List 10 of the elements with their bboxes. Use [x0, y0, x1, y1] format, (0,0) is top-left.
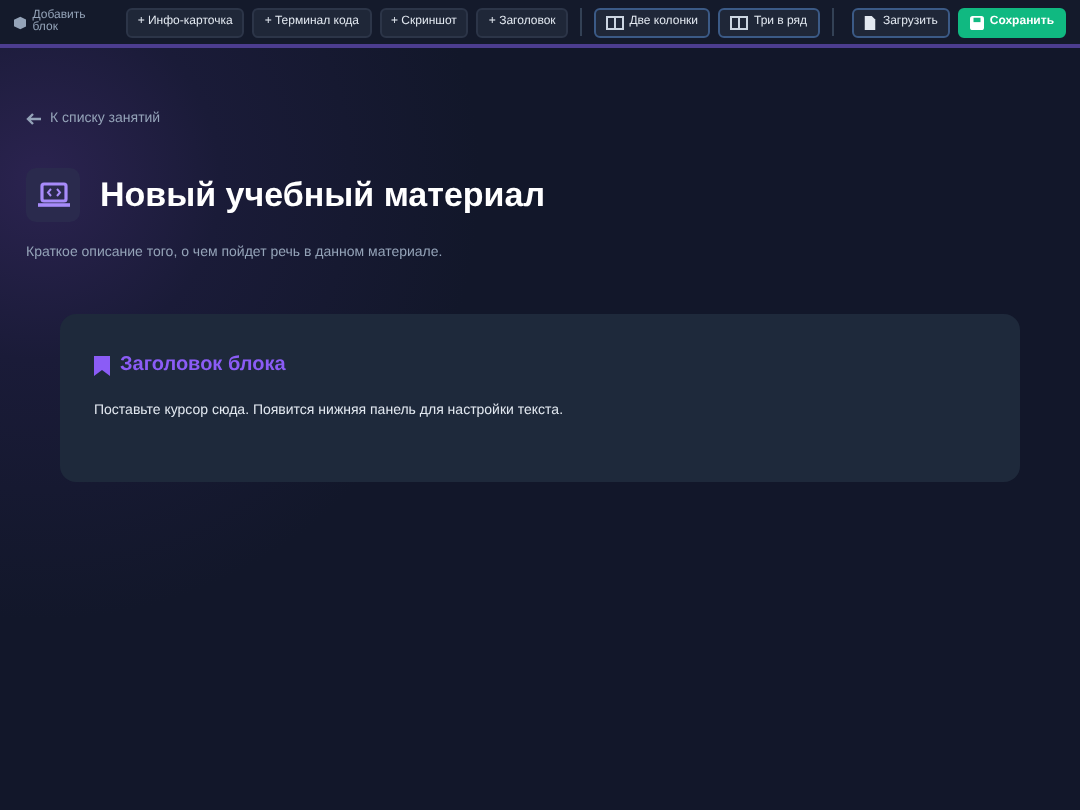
block-heading: Заголовок блока: [120, 354, 286, 376]
page-title: Новый учебный материал: [100, 175, 545, 215]
columns-icon: [605, 15, 624, 29]
laptop-code-icon: [26, 168, 80, 222]
columns-icon: [730, 15, 748, 29]
file-icon: [864, 15, 877, 29]
bookmark-icon: [94, 355, 110, 375]
save-icon: [969, 15, 984, 29]
cube-icon: [14, 15, 27, 29]
arrow-left-icon: [26, 112, 42, 126]
